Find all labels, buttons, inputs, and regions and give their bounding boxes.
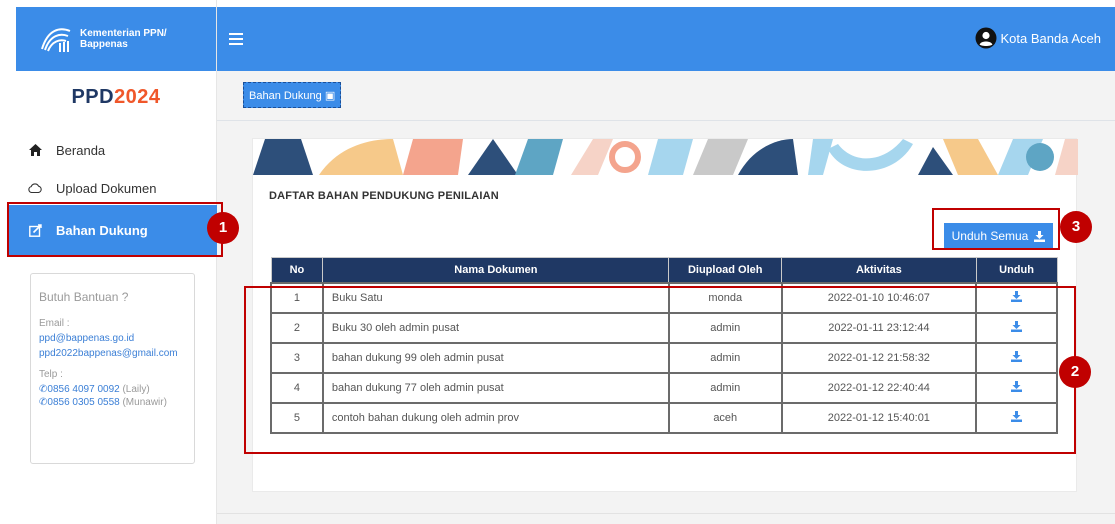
- nav-beranda-label: Beranda: [56, 142, 106, 158]
- breadcrumb-label: Bahan Dukung: [249, 90, 322, 102]
- breadcrumb-bar: Bahan Dukung ▣: [217, 71, 1115, 121]
- annotation-box-2: [244, 286, 1076, 454]
- breadcrumb[interactable]: Bahan Dukung ▣: [243, 82, 342, 108]
- footer-strip: [217, 513, 1115, 524]
- col-header-oleh: Diupload Oleh: [668, 257, 783, 283]
- app-title: PPD2024: [16, 86, 216, 109]
- help-email-2[interactable]: ppd2022bappenas@gmail.com: [39, 348, 186, 359]
- help-phone-2[interactable]: ✆0856 0305 0558 (Munawir): [39, 397, 186, 408]
- help-phone-1-name: (Laily): [122, 384, 150, 395]
- annotation-marker-2: 2: [1059, 356, 1091, 388]
- help-email-1[interactable]: ppd@bappenas.go.id: [39, 333, 186, 344]
- card-title: DAFTAR BAHAN PENDUKUNG PENILAIAN: [269, 190, 499, 202]
- brand-name: Kementerian PPN/ Bappenas: [80, 28, 167, 50]
- col-header-nama: Nama Dokumen: [322, 257, 670, 283]
- help-phone-1[interactable]: ✆0856 4097 0092 (Laily): [39, 384, 186, 395]
- home-icon: [28, 143, 42, 157]
- sidebar: Kementerian PPN/ Bappenas PPD2024 Berand…: [0, 0, 217, 524]
- col-header-unduh: Unduh: [975, 257, 1058, 283]
- help-phone-label: Telp :: [39, 369, 63, 380]
- table-header-row: No Nama Dokumen Diupload Oleh Aktivitas …: [270, 257, 1058, 283]
- app-title-ppd: PPD: [71, 86, 115, 108]
- cloud-icon: [28, 181, 42, 195]
- logo-icon: [41, 28, 71, 52]
- help-email-label: Email :: [39, 318, 70, 329]
- help-phone-2-number: 0856 0305 0558: [47, 397, 120, 408]
- brand-header[interactable]: Kementerian PPN/ Bappenas: [16, 7, 216, 71]
- book-icon: ▣: [324, 90, 336, 102]
- app-root: Kementerian PPN/ Bappenas PPD2024 Berand…: [0, 0, 1115, 524]
- annotation-marker-1: 1: [207, 212, 239, 244]
- annotation-box-3: [932, 208, 1060, 250]
- user-menu[interactable]: Kota Banda Aceh: [975, 27, 1101, 49]
- top-bar: Kota Banda Aceh: [217, 7, 1115, 71]
- app-title-year: 2024: [114, 86, 161, 108]
- annotation-box-1: [7, 202, 223, 257]
- brand-line1: Kementerian PPN/: [80, 28, 167, 39]
- brand-line2: Bappenas: [80, 39, 128, 50]
- col-header-aktivitas: Aktivitas: [781, 257, 977, 283]
- help-title: Butuh Bantuan ?: [39, 290, 129, 304]
- help-box: Butuh Bantuan ? Email : ppd@bappenas.go.…: [30, 273, 195, 464]
- nav-upload-label: Upload Dokumen: [56, 180, 157, 196]
- menu-icon[interactable]: [229, 33, 243, 45]
- user-name: Kota Banda Aceh: [1000, 30, 1101, 46]
- help-phone-2-name: (Munawir): [122, 397, 167, 408]
- user-icon: [975, 27, 997, 49]
- decorative-banner: [253, 139, 1078, 175]
- annotation-marker-3: 3: [1060, 211, 1092, 243]
- help-phone-1-number: 0856 4097 0092: [47, 384, 120, 395]
- col-header-no: No: [270, 257, 324, 283]
